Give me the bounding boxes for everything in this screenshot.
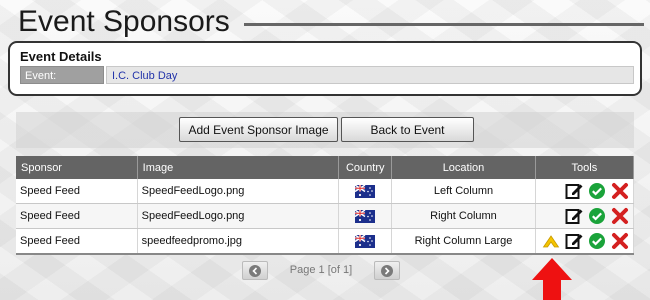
edit-icon[interactable] <box>565 207 583 225</box>
approve-icon[interactable] <box>588 232 606 250</box>
image-cell: SpeedFeedLogo.png <box>137 179 340 204</box>
location-cell: Right Column <box>391 203 536 229</box>
column-header-location: Location <box>391 156 536 179</box>
chevron-right-icon <box>381 264 393 277</box>
australia-flag-icon <box>355 234 376 248</box>
column-header-image: Image <box>137 156 340 179</box>
page-header: Event Sponsors <box>18 2 644 42</box>
edit-icon[interactable] <box>565 182 583 200</box>
back-to-event-button[interactable]: Back to Event <box>341 117 474 142</box>
country-cell <box>338 179 393 204</box>
australia-flag-icon <box>355 209 376 223</box>
column-header-sponsor: Sponsor <box>16 156 138 179</box>
event-details-heading: Event Details <box>20 49 102 64</box>
sponsor-cell: Speed Feed <box>16 203 138 229</box>
tools-cell <box>535 179 635 204</box>
table-header-row: Sponsor Image Country Location Tools <box>16 156 635 179</box>
table-row: Speed Feed SpeedFeedLogo.png Right Colum… <box>16 203 635 229</box>
image-cell: SpeedFeedLogo.png <box>137 203 340 229</box>
tools-cell <box>535 228 635 255</box>
image-cell: speedfeedpromo.jpg <box>137 228 340 255</box>
pagination: Page 1 [of 1] <box>242 261 400 281</box>
location-cell: Right Column Large <box>391 228 536 255</box>
country-cell <box>338 228 393 255</box>
sponsor-cell: Speed Feed <box>16 228 138 255</box>
sponsors-table: Sponsor Image Country Location Tools Spe… <box>16 156 635 255</box>
sponsor-cell: Speed Feed <box>16 179 138 204</box>
move-up-icon[interactable] <box>542 232 560 250</box>
next-page-button[interactable] <box>374 261 400 280</box>
approve-icon[interactable] <box>588 182 606 200</box>
table-row: Speed Feed SpeedFeedLogo.png Left Column <box>16 179 635 204</box>
edit-icon[interactable] <box>565 232 583 250</box>
approve-icon[interactable] <box>588 207 606 225</box>
delete-icon[interactable] <box>611 182 629 200</box>
location-cell: Left Column <box>391 179 536 204</box>
column-header-country: Country <box>338 156 393 179</box>
column-header-tools: Tools <box>535 156 635 179</box>
page-title: Event Sponsors <box>18 5 230 38</box>
australia-flag-icon <box>355 184 376 198</box>
title-divider <box>243 22 644 26</box>
country-cell <box>338 203 393 229</box>
delete-icon[interactable] <box>611 232 629 250</box>
event-label: Event: <box>20 66 104 84</box>
event-value: I.C. Club Day <box>106 66 634 84</box>
add-event-sponsor-image-button[interactable]: Add Event Sponsor Image <box>179 117 338 142</box>
table-row: Speed Feed speedfeedpromo.jpg Right Colu… <box>16 228 635 255</box>
callout-arrow-icon <box>532 258 572 300</box>
action-toolbar: Add Event Sponsor Image Back to Event <box>16 112 634 148</box>
delete-icon[interactable] <box>611 207 629 225</box>
event-details-panel: Event Details Event: I.C. Club Day <box>8 41 642 96</box>
tools-cell <box>535 203 635 229</box>
